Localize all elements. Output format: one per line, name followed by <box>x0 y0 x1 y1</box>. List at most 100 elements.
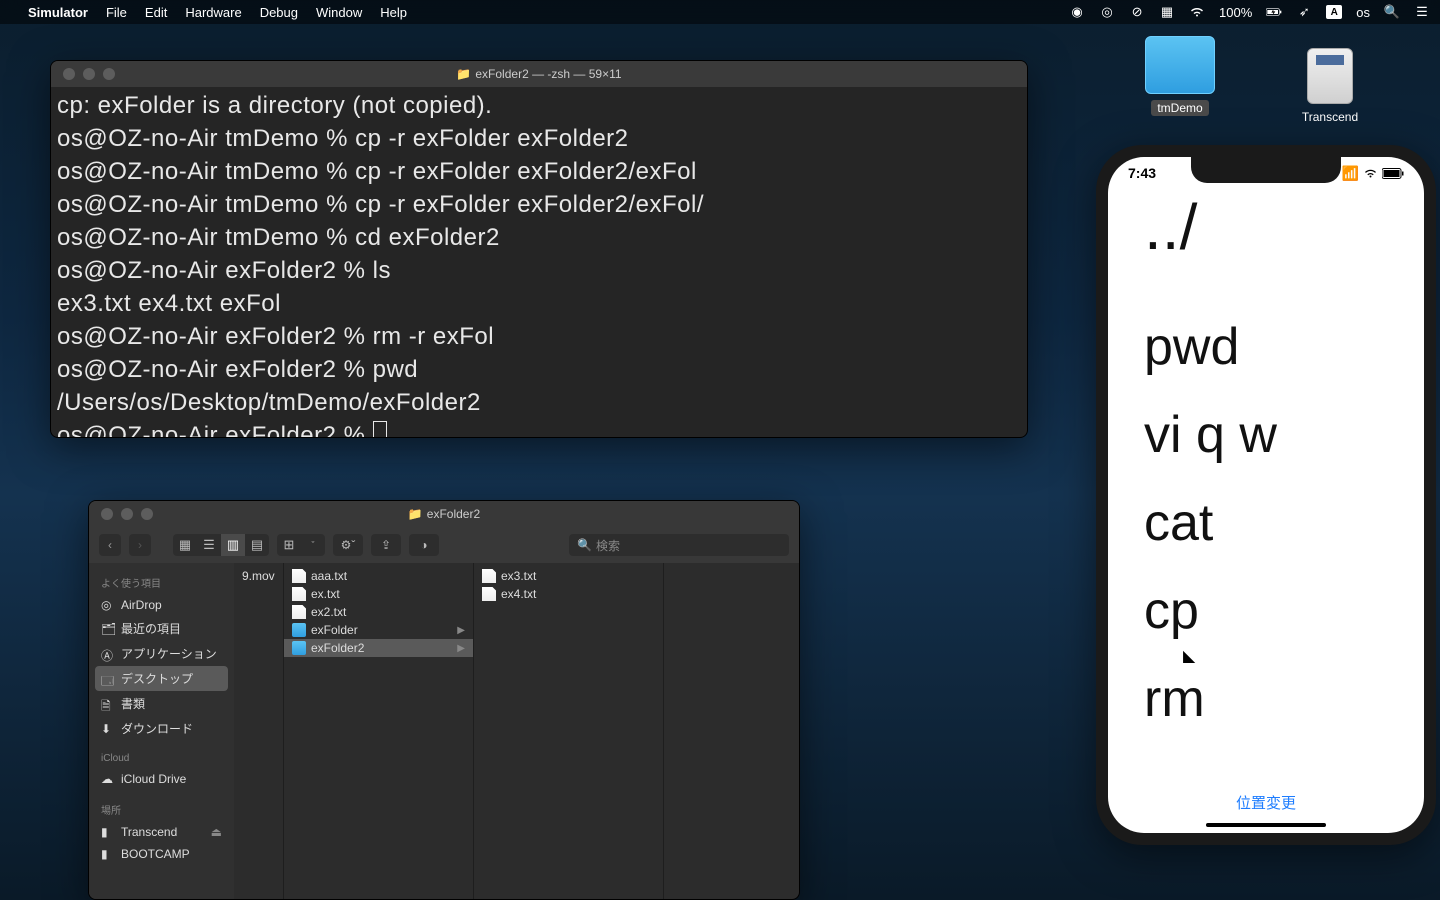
menu-edit[interactable]: Edit <box>145 5 167 20</box>
input-source-icon[interactable]: A <box>1326 5 1342 19</box>
user-menu[interactable]: os <box>1356 5 1370 20</box>
folder-icon <box>292 623 306 637</box>
window-titlebar[interactable]: 📁 exFolder2 — -zsh — 59×11 <box>51 61 1027 87</box>
status-icon[interactable]: ⊘ <box>1129 4 1145 20</box>
grid-icon[interactable]: ▦ <box>1159 4 1175 20</box>
list-item[interactable]: ex2.txt <box>284 603 473 621</box>
terminal-window[interactable]: 📁 exFolder2 — -zsh — 59×11 cp: exFolder i… <box>50 60 1028 438</box>
sidebar-item-documents[interactable]: 🗎書類 <box>89 691 234 716</box>
document-icon <box>292 569 306 583</box>
column-view-icon[interactable]: ▥ <box>221 534 245 556</box>
terminal-output[interactable]: cp: exFolder is a directory (not copied)… <box>51 87 1027 438</box>
cursor-icon: ◣ <box>1183 646 1195 666</box>
arrange-icon[interactable]: ⊞ <box>277 534 301 556</box>
desktop-icon: 🗔 <box>101 672 115 686</box>
battery-icon <box>1266 4 1282 20</box>
documents-icon: 🗎 <box>101 697 115 711</box>
arrange-segment[interactable]: ⊞ˇ <box>277 534 325 556</box>
menu-file[interactable]: File <box>106 5 127 20</box>
eject-icon[interactable]: ⏏ <box>211 825 222 839</box>
finder-column[interactable]: aaa.txt ex.txt ex2.txt exFolder▶ exFolde… <box>284 563 474 899</box>
recents-icon: 🗂 <box>101 622 115 636</box>
list-item[interactable]: pwd <box>1144 303 1388 391</box>
finder-window[interactable]: 📁 exFolder2 ‹ › ▦ ☰ ▥ ▤ ⊞ˇ ⚙ˇ ⇪ ◑ 🔍検索 よく使… <box>88 500 800 900</box>
applications-icon: Ⓐ <box>101 647 115 661</box>
list-item[interactable]: cp <box>1144 567 1388 655</box>
window-title: exFolder2 — -zsh — 59×11 <box>475 67 621 81</box>
simulator-device[interactable]: 7:43 📶 ../ pwd vi q w cat cp rm 位置変更 <box>1096 145 1436 845</box>
airdrop-icon: ◎ <box>101 598 115 612</box>
sidebar-item-icloud[interactable]: ☁iCloud Drive <box>89 768 234 790</box>
window-titlebar[interactable]: 📁 exFolder2 <box>89 501 799 527</box>
finder-toolbar: ‹ › ▦ ☰ ▥ ▤ ⊞ˇ ⚙ˇ ⇪ ◑ 🔍検索 <box>89 527 799 563</box>
simulator-screen[interactable]: 7:43 📶 ../ pwd vi q w cat cp rm 位置変更 <box>1108 157 1424 833</box>
cloud-icon: ☁ <box>101 772 115 786</box>
tags-button[interactable]: ◑ <box>409 534 439 556</box>
sidebar-item-applications[interactable]: Ⓐアプリケーション <box>89 641 234 666</box>
wifi-icon[interactable] <box>1189 4 1205 20</box>
list-item[interactable]: exFolder▶ <box>284 621 473 639</box>
desktop-folder-tmdemo[interactable]: tmDemo <box>1130 36 1230 116</box>
menu-hardware[interactable]: Hardware <box>185 5 241 20</box>
back-button[interactable]: ‹ <box>99 534 121 556</box>
search-icon: 🔍 <box>577 538 592 552</box>
menu-debug[interactable]: Debug <box>260 5 298 20</box>
desktop-label: Transcend <box>1302 110 1358 124</box>
action-button[interactable]: ⚙ˇ <box>333 534 363 556</box>
footer-link[interactable]: 位置変更 <box>1108 792 1424 813</box>
device-notch <box>1191 157 1341 183</box>
record-icon[interactable]: ◉ <box>1069 4 1085 20</box>
sidebar-item-bootcamp[interactable]: ▮BOOTCAMP <box>89 843 234 865</box>
spotlight-icon[interactable]: 🔍 <box>1384 4 1400 20</box>
finder-column[interactable]: 9.mov <box>234 563 284 899</box>
compass-icon[interactable]: ➶ <box>1296 4 1312 20</box>
home-indicator[interactable] <box>1206 823 1326 827</box>
forward-button[interactable]: › <box>129 534 151 556</box>
sidebar-header: よく使う項目 <box>89 571 234 594</box>
desktop-disk-transcend[interactable]: Transcend <box>1280 48 1380 124</box>
menu-help[interactable]: Help <box>380 5 407 20</box>
folder-icon: 📁 <box>408 507 423 521</box>
list-item[interactable]: 9.mov <box>234 567 283 585</box>
folder-icon: 📁 <box>456 67 471 81</box>
sidebar-item-recents[interactable]: 🗂最近の項目 <box>89 616 234 641</box>
finder-sidebar: よく使う項目 ◎AirDrop 🗂最近の項目 Ⓐアプリケーション 🗔デスクトップ… <box>89 563 234 899</box>
sidebar-header: iCloud <box>89 749 234 768</box>
notification-center-icon[interactable]: ☰ <box>1414 4 1430 20</box>
document-icon <box>292 605 306 619</box>
document-icon <box>292 587 306 601</box>
list-item[interactable]: cat <box>1144 479 1388 567</box>
battery-icon <box>1382 168 1404 179</box>
sidebar-item-desktop[interactable]: 🗔デスクトップ <box>95 666 228 691</box>
document-icon <box>482 569 496 583</box>
document-icon <box>482 587 496 601</box>
list-view-icon[interactable]: ☰ <box>197 534 221 556</box>
list-item[interactable]: rm <box>1144 655 1388 743</box>
list-item[interactable]: aaa.txt <box>284 567 473 585</box>
share-button[interactable]: ⇪ <box>371 534 401 556</box>
finder-column[interactable] <box>664 563 799 899</box>
view-mode-segment[interactable]: ▦ ☰ ▥ ▤ <box>173 534 269 556</box>
app-content[interactable]: ../ pwd vi q w cat cp rm <box>1108 191 1424 743</box>
list-item[interactable]: ex3.txt <box>474 567 663 585</box>
app-nav-back[interactable]: ../ <box>1144 191 1388 303</box>
gallery-view-icon[interactable]: ▤ <box>245 534 269 556</box>
wifi-icon <box>1363 168 1378 179</box>
list-item[interactable]: vi q w <box>1144 391 1388 479</box>
window-title: exFolder2 <box>427 507 480 521</box>
sidebar-item-transcend[interactable]: ▮Transcend⏏ <box>89 821 234 843</box>
list-item[interactable]: exFolder2▶ <box>284 639 473 657</box>
list-item[interactable]: ex.txt <box>284 585 473 603</box>
menu-window[interactable]: Window <box>316 5 362 20</box>
search-field[interactable]: 🔍検索 <box>569 534 789 556</box>
sidebar-item-downloads[interactable]: ⬇ダウンロード <box>89 716 234 741</box>
icon-view-icon[interactable]: ▦ <box>173 534 197 556</box>
chevron-right-icon: ▶ <box>457 625 465 636</box>
screenshot-icon[interactable]: ◎ <box>1099 4 1115 20</box>
app-name[interactable]: Simulator <box>28 5 88 20</box>
sidebar-item-airdrop[interactable]: ◎AirDrop <box>89 594 234 616</box>
finder-column[interactable]: ex3.txt ex4.txt <box>474 563 664 899</box>
folder-icon <box>1145 36 1215 94</box>
list-item[interactable]: ex4.txt <box>474 585 663 603</box>
signal-icon: 📶 <box>1342 165 1359 182</box>
